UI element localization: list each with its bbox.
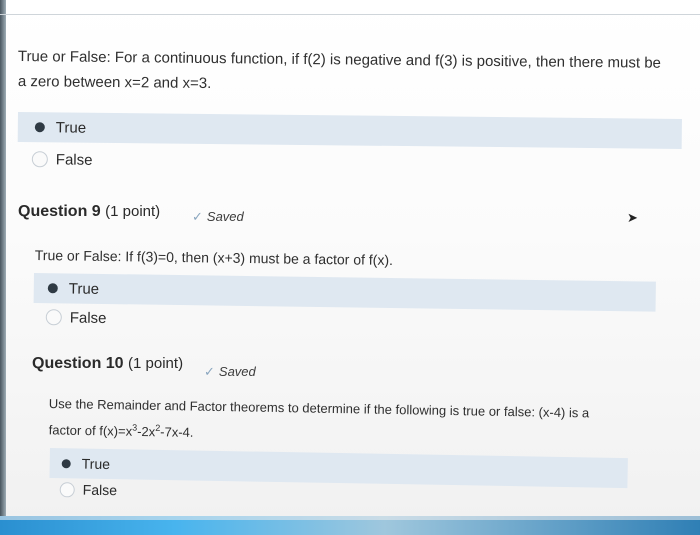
taskbar-strip bbox=[0, 516, 700, 520]
question-8-option-true[interactable]: True bbox=[17, 112, 682, 149]
radio-selected-icon[interactable] bbox=[34, 122, 45, 133]
radio-empty-icon[interactable] bbox=[45, 309, 62, 326]
divider bbox=[0, 14, 700, 15]
option-label: True bbox=[55, 118, 87, 137]
radio-selected-icon[interactable] bbox=[47, 283, 58, 294]
radio-empty-icon[interactable] bbox=[31, 151, 48, 168]
check-icon: ✓ bbox=[192, 209, 203, 224]
option-label: True bbox=[68, 279, 100, 298]
question-9-text: True or False: If f(3)=0, then (x+3) mus… bbox=[34, 246, 394, 268]
question-8-option-false[interactable]: False bbox=[18, 144, 682, 181]
question-8-text-line2: a zero between x=2 and x=3. bbox=[17, 72, 212, 93]
left-edge bbox=[0, 0, 6, 520]
radio-selected-icon[interactable] bbox=[61, 458, 71, 468]
check-icon: ✓ bbox=[204, 364, 215, 379]
question-10-saved-status: ✓ Saved bbox=[204, 364, 256, 379]
option-label: False bbox=[69, 309, 107, 327]
option-label: True bbox=[81, 455, 111, 473]
option-label: False bbox=[55, 150, 93, 169]
question-10-text-line2: factor of f(x)=x3-2x2-7x-4. bbox=[48, 422, 194, 440]
question-10-title: Question 10 (1 point) bbox=[32, 355, 184, 372]
mouse-pointer-icon: ➤ bbox=[627, 210, 638, 225]
radio-empty-icon[interactable] bbox=[59, 481, 75, 497]
question-9-saved-status: ✓ Saved bbox=[192, 209, 244, 224]
taskbar bbox=[0, 516, 700, 535]
option-label: False bbox=[82, 481, 118, 499]
quiz-page: True or False: For a continuous function… bbox=[0, 0, 700, 520]
question-9-title: Question 9 (1 point) bbox=[18, 203, 161, 220]
